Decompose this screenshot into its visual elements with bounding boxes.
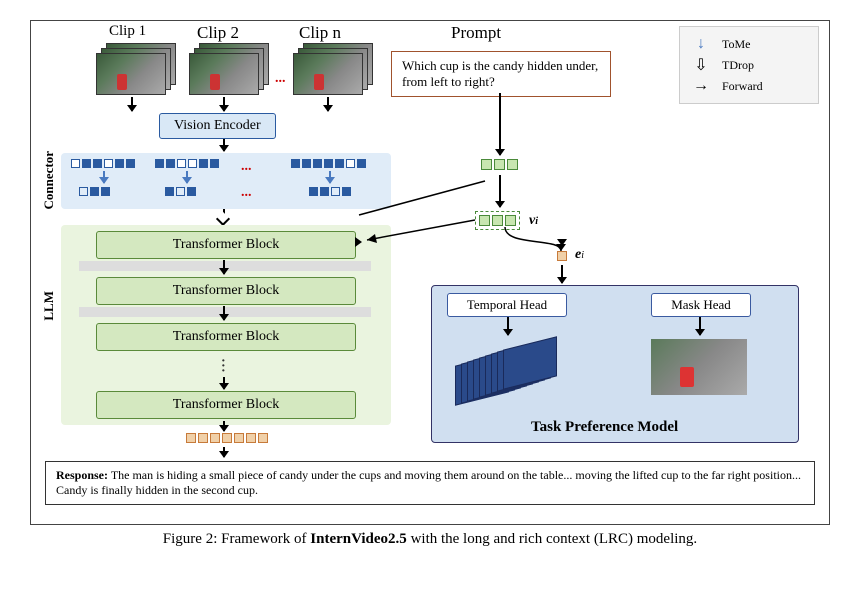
tok-row-1a xyxy=(71,159,135,168)
output-tokens xyxy=(186,433,268,443)
tok-row-1b xyxy=(155,159,219,168)
caption-bold: InternVideo2.5 xyxy=(310,531,407,547)
tok-row-2c xyxy=(309,187,351,196)
mask-head: Mask Head xyxy=(651,293,751,317)
clip1-label: Clip 1 xyxy=(109,23,146,40)
tome-arrow-3 xyxy=(329,171,331,183)
architecture-diagram: Clip 1 Clip 2 Clip n Prompt ... Which cu… xyxy=(30,20,830,525)
prompt-text: Which cup is the candy hidden under, fro… xyxy=(402,58,598,89)
vision-encoder: Vision Encoder xyxy=(159,113,276,139)
arrow-prompt-down1 xyxy=(499,93,501,155)
arrow-tb3-tb4 xyxy=(223,377,225,389)
tok-dots1: ... xyxy=(241,159,252,175)
ei-sub: i xyxy=(581,250,584,261)
arrow-ei-tpm xyxy=(561,265,563,283)
legend-forward: Forward xyxy=(722,79,763,94)
response-box: Response: The man is hiding a small piec… xyxy=(45,461,815,505)
arrow-prompt-down2 xyxy=(499,175,501,207)
clipn-stack xyxy=(293,43,373,93)
tblock-vdots: ··· xyxy=(221,359,226,374)
legend-tome: ToMe xyxy=(722,37,751,52)
clip2-label: Clip 2 xyxy=(197,23,239,43)
ei-label: ei xyxy=(575,247,584,263)
tok-row-2a xyxy=(79,187,110,196)
connector-side-label: Connector xyxy=(41,151,57,210)
prompt-box: Which cup is the candy hidden under, fro… xyxy=(391,51,611,97)
mask-output-image xyxy=(651,339,747,395)
tdrop-icon: ⇩ xyxy=(688,55,714,75)
tome-arrow-2 xyxy=(186,171,188,183)
llm-side-label: LLM xyxy=(41,291,57,321)
arrow-clip2-down xyxy=(223,97,225,111)
arrow-connector-to-prompt xyxy=(357,177,497,217)
tblock-1-label: Transformer Block xyxy=(173,237,279,252)
temporal-stack xyxy=(455,343,585,423)
caption-suffix: with the long and rich context (LRC) mod… xyxy=(407,531,697,547)
temporal-head: Temporal Head xyxy=(447,293,567,317)
legend-tdrop: TDrop xyxy=(722,58,754,73)
response-text: The man is hiding a small piece of candy… xyxy=(56,468,801,497)
tok-dots2: ... xyxy=(241,185,252,201)
arrow-llm-out xyxy=(223,421,225,431)
tpm-title: Task Preference Model xyxy=(531,419,678,436)
arrow-mask-down xyxy=(699,317,701,335)
caption-prefix: Figure 2: Framework of xyxy=(163,531,310,547)
clip-ellipsis: ... xyxy=(275,71,286,87)
arrow-out-response xyxy=(223,447,225,457)
tdrop-arrow xyxy=(223,209,225,223)
vi-sub: i xyxy=(535,216,538,227)
tblock-2-label: Transformer Block xyxy=(173,283,279,298)
tblock-3-label: Transformer Block xyxy=(173,329,279,344)
temporal-head-label: Temporal Head xyxy=(467,297,547,312)
tok-row-2b xyxy=(165,187,196,196)
arrow-clipn-down xyxy=(327,97,329,111)
clip1-stack xyxy=(96,43,176,93)
tblock-3: Transformer Block xyxy=(96,323,356,351)
arrow-vi-to-llm xyxy=(357,216,477,246)
tok-row-1c xyxy=(291,159,366,168)
arrow-clip1-down xyxy=(131,97,133,111)
tblock-n: Transformer Block xyxy=(96,391,356,419)
clipn-label: Clip n xyxy=(299,23,341,43)
ei-token xyxy=(557,251,567,261)
arrow-temporal-down xyxy=(507,317,509,335)
tome-icon: ↓ xyxy=(688,35,714,53)
prompt-tokens-1 xyxy=(481,159,518,170)
forward-icon: → xyxy=(688,77,714,95)
vision-encoder-label: Vision Encoder xyxy=(174,118,261,133)
tblock-n-label: Transformer Block xyxy=(173,397,279,412)
response-label: Response: xyxy=(56,468,108,482)
legend: ↓ ToMe ⇩ TDrop → Forward xyxy=(679,26,819,104)
tblock-2: Transformer Block xyxy=(96,277,356,305)
arrow-vi-to-ei xyxy=(501,227,581,253)
arrow-venc-down xyxy=(223,139,225,151)
clip2-stack xyxy=(189,43,269,93)
arrow-tb1-tb2 xyxy=(223,260,225,274)
prompt-title: Prompt xyxy=(451,23,501,43)
arrow-tb2-tb3 xyxy=(223,306,225,320)
tblock-1: Transformer Block xyxy=(96,231,356,259)
tome-arrow-1 xyxy=(103,171,105,183)
figure-caption: Figure 2: Framework of InternVideo2.5 wi… xyxy=(30,531,830,548)
mask-head-label: Mask Head xyxy=(671,297,731,312)
